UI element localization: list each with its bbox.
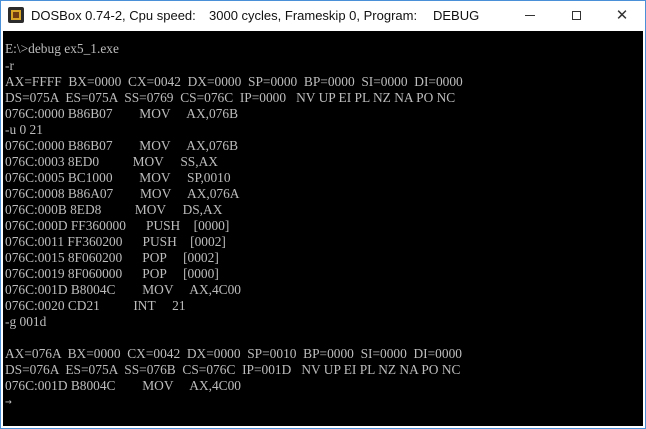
dos-console[interactable]: E:\>debug ex5_1.exe -r AX=FFFF BX=0000 C… [3,31,643,426]
minimize-button[interactable] [507,1,553,30]
close-icon: ✕ [615,6,629,24]
maximize-button[interactable] [553,1,599,30]
console-line: 076C:000B 8ED8 MOV DS,AX [5,202,223,217]
console-line: -u 0 21 [5,122,43,137]
console-line: DS=076A ES=075A SS=076B CS=076C IP=001D … [5,362,461,377]
console-line: AX=FFFF BX=0000 CX=0042 DX=0000 SP=0000 … [5,74,463,89]
console-line: 076C:0005 BC1000 MOV SP,0010 [5,170,231,185]
minimize-icon [525,15,535,16]
console-line: 076C:0019 8F060000 POP [0000] [5,266,219,281]
console-line: 076C:0000 B86B07 MOV AX,076B [5,138,239,153]
console-line: DS=075A ES=075A SS=0769 CS=076C IP=0000 … [5,90,456,105]
console-line: E:\>debug ex5_1.exe [5,41,119,56]
dosbox-window: DOSBox 0.74-2, Cpu speed: 3000 cycles, F… [0,0,646,429]
console-line: -g 001d [5,314,47,329]
close-button[interactable]: ✕ [599,1,645,30]
console-line: AX=076A BX=0000 CX=0042 DX=0000 SP=0010 … [5,346,462,361]
console-line: -r [5,58,14,73]
program-name: DEBUG [433,8,480,23]
console-line: 076C:0000 B86B07 MOV AX,076B [5,106,239,121]
console-line: 076C:0003 8ED0 MOV SS,AX [5,154,218,169]
maximize-icon [571,11,581,20]
console-line: 076C:001D B8004C MOV AX,4C00 [5,378,241,393]
console-line: 076C:0020 CD21 INT 21 [5,298,186,313]
console-line: 076C:001D B8004C MOV AX,4C00 [5,282,241,297]
console-line: 076C:000D FF360000 PUSH [0000] [5,218,230,233]
console-line: 076C:0015 8F060200 POP [0002] [5,250,219,265]
window-title: DOSBox 0.74-2, Cpu speed: [31,8,196,23]
title-bar[interactable]: DOSBox 0.74-2, Cpu speed: 3000 cycles, F… [1,1,645,30]
cpu-speed-info: 3000 cycles, Frameskip 0, Program: [209,8,418,23]
console-line: 076C:0011 FF360200 PUSH [0002] [5,234,226,249]
dosbox-app-icon[interactable] [8,7,24,23]
command-prompt[interactable]: → [5,394,12,410]
prompt-cursor: → [5,395,12,408]
console-line: 076C:0008 B86A07 MOV AX,076A [5,186,240,201]
